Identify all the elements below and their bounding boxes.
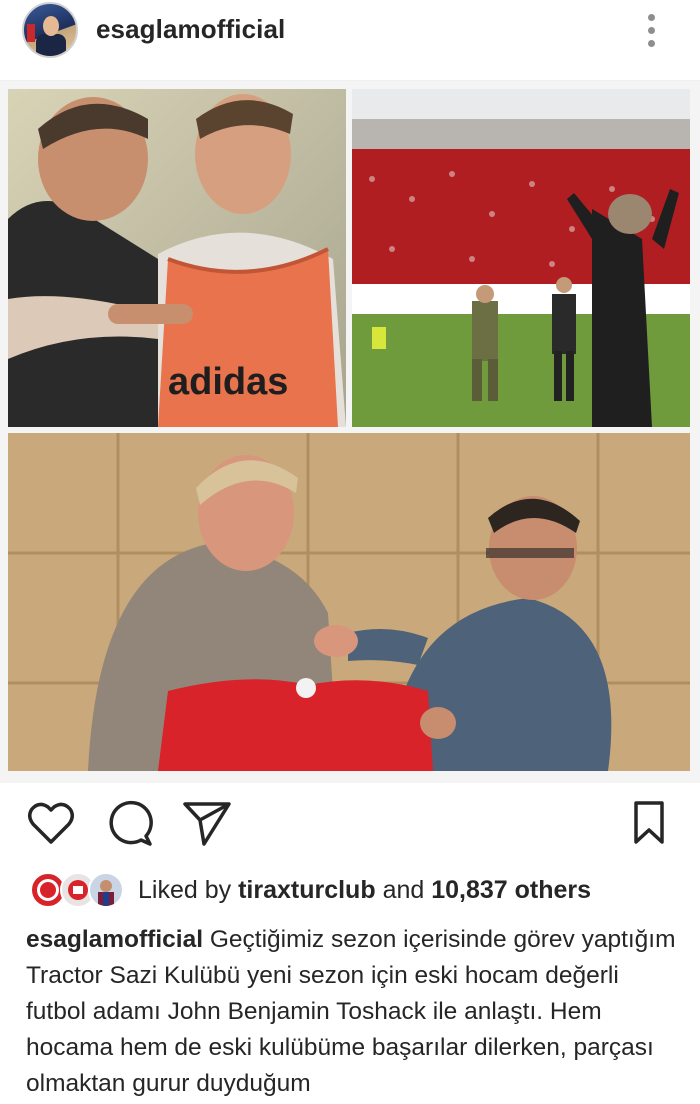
- caption-author-link[interactable]: esaglamofficial: [26, 926, 203, 953]
- likes-count-link[interactable]: 10,837 others: [431, 876, 591, 904]
- post-caption: esaglamofficial Geçtiğimiz sezon içerisi…: [26, 922, 676, 1102]
- bookmark-icon[interactable]: [624, 798, 674, 848]
- comment-icon[interactable]: [104, 798, 154, 848]
- photo-handshake: [8, 433, 690, 771]
- username-link[interactable]: esaglamofficial: [96, 14, 285, 45]
- send-icon[interactable]: [182, 798, 232, 848]
- heart-icon[interactable]: [26, 798, 76, 848]
- post-actions: [0, 798, 700, 854]
- more-vertical-icon[interactable]: [640, 14, 662, 48]
- liker-username-link[interactable]: tiraxturclub: [238, 876, 376, 904]
- post-header: esaglamofficial: [0, 0, 700, 81]
- likes-summary[interactable]: Liked by tiraxturclub and 10,837 others: [30, 870, 690, 912]
- profile-avatar[interactable]: [22, 2, 78, 58]
- photo-training: adidas: [8, 89, 346, 427]
- liked-by-text: Liked by tiraxturclub and 10,837 others: [138, 876, 591, 905]
- liked-by-prefix: Liked by: [138, 876, 232, 904]
- photo-stadium: [352, 89, 690, 427]
- liker-avatar: [88, 872, 124, 908]
- liked-by-and: and: [382, 876, 425, 904]
- bib-text: adidas: [168, 361, 288, 403]
- post-image[interactable]: adidas: [0, 81, 700, 783]
